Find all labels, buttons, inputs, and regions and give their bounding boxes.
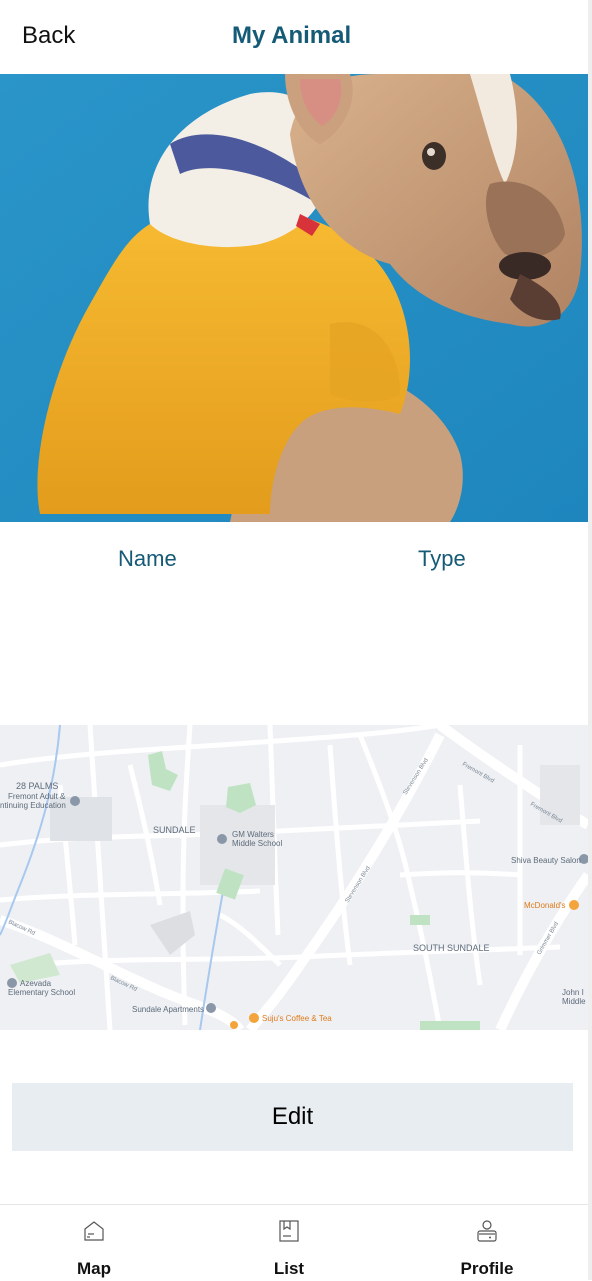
list-icon	[279, 1220, 299, 1242]
tab-profile[interactable]: Profile	[427, 1205, 547, 1281]
map-label-azevada-1: Azevada	[20, 979, 52, 988]
map-label-palms: 28 PALMS	[16, 781, 58, 791]
edit-button[interactable]: Edit	[12, 1083, 573, 1151]
animal-photo	[0, 74, 588, 522]
tab-profile-label: Profile	[460, 1259, 514, 1278]
bottom-tab-bar: Map List Profile	[0, 1204, 588, 1281]
map-label-john-1: John I	[562, 988, 584, 997]
map-label-shiva: Shiva Beauty Salon	[511, 856, 581, 865]
map-label-sundale: SUNDALE	[153, 825, 196, 835]
tab-list[interactable]: List	[229, 1205, 349, 1281]
map-label-fremont-adult-2: ntinuing Education	[0, 801, 66, 810]
map-label-sujus: Suju's Coffee & Tea	[262, 1014, 332, 1023]
profile-icon	[477, 1220, 497, 1242]
map-label-mcdonalds: McDonald's	[524, 901, 566, 910]
tab-list-label: List	[273, 1259, 305, 1278]
location-map[interactable]: SUNDALE SOUTH SUNDALE 28 PALMS GM Walter…	[0, 725, 588, 1030]
map-label-sundale-apts: Sundale Apartments	[132, 1005, 204, 1014]
map-label-azevada-2: Elementary School	[8, 988, 75, 997]
map-label-fremont-adult-1: Fremont Adult &	[8, 792, 66, 801]
tab-map[interactable]: Map	[34, 1205, 154, 1281]
type-label: Type	[418, 546, 466, 571]
map-label-gm-walters-2: Middle School	[232, 839, 282, 848]
map-label-south-sundale: SOUTH SUNDALE	[413, 943, 490, 953]
map-label-john-2: Middle	[562, 997, 586, 1006]
scrollbar[interactable]	[588, 0, 592, 1280]
back-button[interactable]: Back	[22, 22, 75, 50]
animal-fields: Name Type	[0, 546, 588, 586]
header: Back My Animal	[0, 0, 588, 74]
name-label: Name	[118, 546, 177, 571]
map-icon	[84, 1221, 104, 1241]
map-label-gm-walters-1: GM Walters	[232, 830, 274, 839]
tab-map-label: Map	[77, 1259, 111, 1278]
page-title: My Animal	[232, 22, 352, 49]
